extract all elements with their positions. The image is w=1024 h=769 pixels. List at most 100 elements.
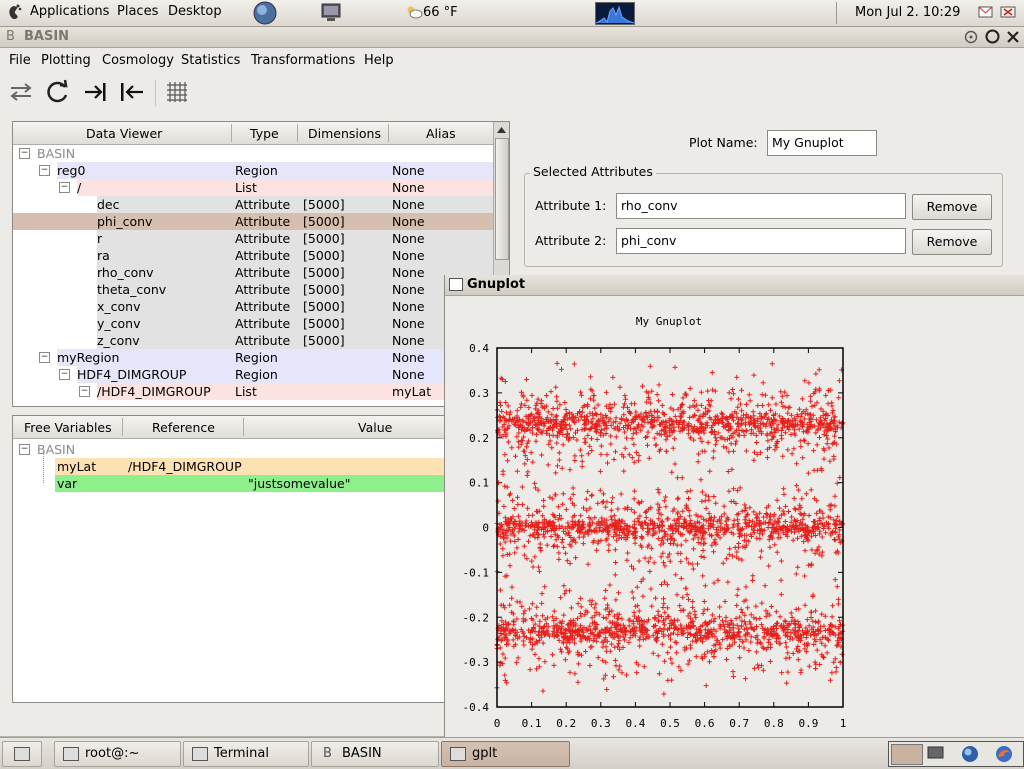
row-alias: None [392, 231, 425, 246]
close-icon[interactable] [1006, 30, 1020, 44]
applications-menu[interactable]: Applications [30, 4, 109, 19]
row-name: ra [97, 248, 110, 263]
col-value[interactable]: Value [358, 420, 392, 435]
plot-name-input[interactable]: My Gnuplot [767, 130, 877, 156]
monitor-icon[interactable] [320, 2, 344, 24]
gnome-foot-icon[interactable] [6, 4, 22, 22]
task-label: gplt [472, 746, 498, 761]
collapse-icon[interactable]: − [19, 148, 30, 159]
remove-attribute1-button[interactable]: Remove [912, 194, 992, 220]
y-tick-label: 0.4 [469, 342, 489, 355]
row-type: Attribute [235, 231, 291, 246]
col-free-variables[interactable]: Free Variables [24, 420, 112, 435]
remove-attribute2-button[interactable]: Remove [912, 229, 992, 255]
y-tick-label: 0.3 [469, 387, 489, 400]
row-dimensions: [5000] [303, 299, 345, 314]
attribute2-label: Attribute 2: [535, 233, 607, 248]
col-dimensions[interactable]: Dimensions [308, 126, 381, 141]
collapse-icon[interactable]: − [19, 444, 30, 455]
data-viewer-row[interactable]: dec Attribute [5000] None [13, 196, 493, 213]
collapse-icon[interactable]: − [79, 386, 90, 397]
weather-temp[interactable]: 66 °F [423, 5, 458, 20]
attribute2-input[interactable]: phi_conv [616, 228, 906, 254]
row-dimensions: [5000] [303, 248, 345, 263]
firefox-icon[interactable] [995, 745, 1013, 763]
data-viewer-row[interactable]: − BASIN [13, 145, 493, 162]
attribute1-input[interactable]: rho_conv [616, 193, 906, 219]
row-name: / [77, 180, 82, 195]
collapse-icon[interactable]: − [59, 369, 70, 380]
row-alias: None [392, 180, 425, 195]
places-menu[interactable]: Places [117, 4, 158, 19]
workspace-1[interactable] [891, 744, 923, 765]
free-variables-header: Free Variables Reference Value [13, 416, 453, 439]
data-viewer-row[interactable]: ra Attribute [5000] None [13, 247, 493, 264]
move-left-icon[interactable] [119, 81, 145, 103]
collapse-icon[interactable]: − [39, 165, 50, 176]
row-name: z_conv [97, 333, 140, 348]
task-root-terminal[interactable]: root@:~ [54, 741, 181, 767]
minimize-icon[interactable] [964, 30, 978, 44]
swap-arrows-icon[interactable] [8, 81, 34, 103]
menu-statistics[interactable]: Statistics [181, 53, 240, 68]
move-right-icon[interactable] [83, 81, 109, 103]
menu-plotting[interactable]: Plotting [41, 53, 91, 68]
maximize-icon[interactable] [985, 29, 1000, 44]
task-terminal[interactable]: Terminal [183, 741, 309, 767]
fv-row-mylat[interactable]: myLat /HDF4_DIMGROUP [55, 458, 453, 475]
task-basin[interactable]: B BASIN [311, 741, 439, 767]
menu-help[interactable]: Help [364, 53, 394, 68]
col-alias[interactable]: Alias [426, 126, 456, 141]
data-viewer-row[interactable]: z_conv Attribute [5000] None [13, 332, 493, 349]
window-menu-icon[interactable] [449, 278, 463, 291]
data-viewer-row[interactable]: − / List None [13, 179, 493, 196]
col-data-viewer[interactable]: Data Viewer [86, 126, 162, 141]
fv-reference: /HDF4_DIMGROUP [128, 459, 242, 474]
basin-titlebar[interactable]: B BASIN [0, 27, 1024, 48]
network-icon[interactable] [1000, 5, 1018, 20]
menu-cosmology[interactable]: Cosmology [102, 53, 174, 68]
data-viewer-tree[interactable]: Data Viewer Type Dimensions Alias − BASIN… [12, 121, 510, 407]
fv-row-var[interactable]: var "justsomevalue" [55, 475, 453, 492]
row-type: Attribute [235, 214, 291, 229]
clock[interactable]: Mon Jul 2. 10:29 [855, 5, 960, 20]
menu-file[interactable]: File [9, 53, 31, 68]
data-viewer-row[interactable]: x_conv Attribute [5000] None [13, 298, 493, 315]
data-viewer-row[interactable]: − HDF4_DIMGROUP Region None [13, 366, 493, 383]
data-viewer-row[interactable]: rho_conv Attribute [5000] None [13, 264, 493, 281]
workspace-switcher[interactable] [888, 741, 1024, 767]
row-dimensions: [5000] [303, 214, 345, 229]
data-viewer-row[interactable]: theta_conv Attribute [5000] None [13, 281, 493, 298]
refresh-icon[interactable] [45, 79, 71, 105]
data-viewer-row[interactable]: − myRegion Region None [13, 349, 493, 366]
data-viewer-row[interactable]: − reg0 Region None [13, 162, 493, 179]
menu-transformations[interactable]: Transformations [251, 53, 355, 68]
gnuplot-titlebar[interactable]: Gnuplot [445, 275, 1024, 296]
scroll-up-icon[interactable] [496, 125, 507, 135]
scroll-thumb[interactable] [495, 138, 509, 260]
row-name: dec [97, 197, 120, 212]
mail-icon[interactable] [978, 5, 994, 20]
col-reference[interactable]: Reference [152, 420, 215, 435]
grid-icon[interactable] [166, 81, 188, 103]
desktop-menu[interactable]: Desktop [168, 4, 222, 19]
globe-icon[interactable] [253, 1, 277, 25]
task-gplt[interactable]: gplt [441, 741, 570, 767]
monitor-icon[interactable] [927, 745, 945, 762]
show-desktop-button[interactable] [2, 741, 42, 767]
data-viewer-row[interactable]: y_conv Attribute [5000] None [13, 315, 493, 332]
fv-root-row[interactable]: − BASIN [13, 441, 453, 458]
globe-icon[interactable] [961, 745, 979, 763]
data-viewer-row[interactable]: −/HDF4_DIMGROUP List myLat [13, 383, 493, 400]
row-type: Attribute [235, 299, 291, 314]
system-monitor-graph[interactable] [595, 2, 635, 25]
row-type: Region [235, 163, 278, 178]
data-viewer-row[interactable]: phi_conv Attribute [5000] None [13, 213, 493, 230]
row-name: /HDF4_DIMGROUP [97, 384, 211, 399]
collapse-icon[interactable]: − [39, 352, 50, 363]
collapse-icon[interactable]: − [59, 182, 70, 193]
col-type[interactable]: Type [250, 126, 279, 141]
panel-separator [836, 2, 837, 24]
free-variables-tree[interactable]: Free Variables Reference Value − BASIN m… [12, 415, 454, 703]
data-viewer-row[interactable]: r Attribute [5000] None [13, 230, 493, 247]
